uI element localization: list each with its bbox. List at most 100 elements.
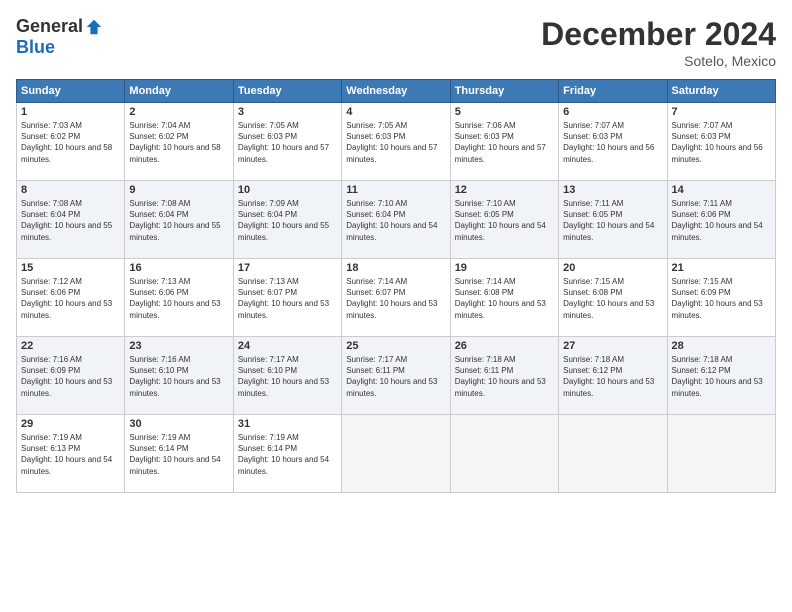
day-number: 12 (455, 184, 554, 196)
calendar-cell: 15 Sunrise: 7:12 AM Sunset: 6:06 PM Dayl… (17, 259, 125, 337)
sunset-label: Sunset: 6:10 PM (129, 366, 188, 375)
header-tuesday: Tuesday (233, 80, 341, 103)
sunset-label: Sunset: 6:05 PM (455, 210, 514, 219)
day-number: 29 (21, 418, 120, 430)
calendar-cell: 3 Sunrise: 7:05 AM Sunset: 6:03 PM Dayli… (233, 103, 341, 181)
sunset-label: Sunset: 6:06 PM (21, 288, 80, 297)
sunset-label: Sunset: 6:07 PM (238, 288, 297, 297)
day-info: Sunrise: 7:16 AM Sunset: 6:10 PM Dayligh… (129, 354, 228, 399)
daylight-label: Daylight: 10 hours and 53 minutes. (346, 299, 437, 319)
day-number: 9 (129, 184, 228, 196)
day-info: Sunrise: 7:19 AM Sunset: 6:14 PM Dayligh… (129, 432, 228, 477)
sunrise-label: Sunrise: 7:14 AM (346, 277, 407, 286)
calendar-cell: 14 Sunrise: 7:11 AM Sunset: 6:06 PM Dayl… (667, 181, 775, 259)
calendar-week-row: 15 Sunrise: 7:12 AM Sunset: 6:06 PM Dayl… (17, 259, 776, 337)
day-info: Sunrise: 7:13 AM Sunset: 6:07 PM Dayligh… (238, 276, 337, 321)
daylight-label: Daylight: 10 hours and 53 minutes. (238, 299, 329, 319)
day-number: 6 (563, 106, 662, 118)
calendar-cell (450, 415, 558, 493)
sunset-label: Sunset: 6:14 PM (238, 444, 297, 453)
calendar-cell: 24 Sunrise: 7:17 AM Sunset: 6:10 PM Dayl… (233, 337, 341, 415)
day-info: Sunrise: 7:07 AM Sunset: 6:03 PM Dayligh… (563, 120, 662, 165)
daylight-label: Daylight: 10 hours and 53 minutes. (21, 377, 112, 397)
day-number: 18 (346, 262, 445, 274)
daylight-label: Daylight: 10 hours and 54 minutes. (238, 455, 329, 475)
sunrise-label: Sunrise: 7:13 AM (129, 277, 190, 286)
day-number: 13 (563, 184, 662, 196)
day-info: Sunrise: 7:15 AM Sunset: 6:08 PM Dayligh… (563, 276, 662, 321)
calendar-cell: 17 Sunrise: 7:13 AM Sunset: 6:07 PM Dayl… (233, 259, 341, 337)
day-number: 10 (238, 184, 337, 196)
sunset-label: Sunset: 6:12 PM (563, 366, 622, 375)
logo-blue-text: Blue (16, 37, 55, 58)
daylight-label: Daylight: 10 hours and 55 minutes. (21, 221, 112, 241)
sunrise-label: Sunrise: 7:06 AM (455, 121, 516, 130)
day-number: 15 (21, 262, 120, 274)
calendar-cell (559, 415, 667, 493)
calendar-cell: 9 Sunrise: 7:08 AM Sunset: 6:04 PM Dayli… (125, 181, 233, 259)
calendar-cell: 27 Sunrise: 7:18 AM Sunset: 6:12 PM Dayl… (559, 337, 667, 415)
calendar-cell: 31 Sunrise: 7:19 AM Sunset: 6:14 PM Dayl… (233, 415, 341, 493)
day-info: Sunrise: 7:04 AM Sunset: 6:02 PM Dayligh… (129, 120, 228, 165)
day-info: Sunrise: 7:13 AM Sunset: 6:06 PM Dayligh… (129, 276, 228, 321)
daylight-label: Daylight: 10 hours and 54 minutes. (563, 221, 654, 241)
calendar-cell: 30 Sunrise: 7:19 AM Sunset: 6:14 PM Dayl… (125, 415, 233, 493)
calendar-cell: 26 Sunrise: 7:18 AM Sunset: 6:11 PM Dayl… (450, 337, 558, 415)
logo-icon (85, 18, 103, 36)
calendar-cell: 6 Sunrise: 7:07 AM Sunset: 6:03 PM Dayli… (559, 103, 667, 181)
calendar-header-row: Sunday Monday Tuesday Wednesday Thursday… (17, 80, 776, 103)
daylight-label: Daylight: 10 hours and 54 minutes. (21, 455, 112, 475)
daylight-label: Daylight: 10 hours and 53 minutes. (238, 377, 329, 397)
calendar-cell: 10 Sunrise: 7:09 AM Sunset: 6:04 PM Dayl… (233, 181, 341, 259)
daylight-label: Daylight: 10 hours and 56 minutes. (672, 143, 763, 163)
calendar-cell: 4 Sunrise: 7:05 AM Sunset: 6:03 PM Dayli… (342, 103, 450, 181)
calendar-cell: 19 Sunrise: 7:14 AM Sunset: 6:08 PM Dayl… (450, 259, 558, 337)
daylight-label: Daylight: 10 hours and 54 minutes. (346, 221, 437, 241)
calendar-week-row: 1 Sunrise: 7:03 AM Sunset: 6:02 PM Dayli… (17, 103, 776, 181)
day-info: Sunrise: 7:10 AM Sunset: 6:05 PM Dayligh… (455, 198, 554, 243)
sunrise-label: Sunrise: 7:11 AM (563, 199, 623, 208)
day-info: Sunrise: 7:16 AM Sunset: 6:09 PM Dayligh… (21, 354, 120, 399)
sunset-label: Sunset: 6:08 PM (455, 288, 514, 297)
day-info: Sunrise: 7:12 AM Sunset: 6:06 PM Dayligh… (21, 276, 120, 321)
calendar-cell: 25 Sunrise: 7:17 AM Sunset: 6:11 PM Dayl… (342, 337, 450, 415)
header: General Blue December 2024 Sotelo, Mexic… (16, 16, 776, 69)
day-number: 23 (129, 340, 228, 352)
day-info: Sunrise: 7:07 AM Sunset: 6:03 PM Dayligh… (672, 120, 771, 165)
sunrise-label: Sunrise: 7:07 AM (563, 121, 624, 130)
sunrise-label: Sunrise: 7:15 AM (563, 277, 624, 286)
sunrise-label: Sunrise: 7:17 AM (238, 355, 299, 364)
daylight-label: Daylight: 10 hours and 57 minutes. (238, 143, 329, 163)
sunrise-label: Sunrise: 7:13 AM (238, 277, 299, 286)
day-info: Sunrise: 7:14 AM Sunset: 6:08 PM Dayligh… (455, 276, 554, 321)
day-number: 30 (129, 418, 228, 430)
daylight-label: Daylight: 10 hours and 58 minutes. (129, 143, 220, 163)
sunrise-label: Sunrise: 7:15 AM (672, 277, 733, 286)
day-info: Sunrise: 7:17 AM Sunset: 6:10 PM Dayligh… (238, 354, 337, 399)
sunrise-label: Sunrise: 7:03 AM (21, 121, 82, 130)
day-number: 3 (238, 106, 337, 118)
calendar-cell: 23 Sunrise: 7:16 AM Sunset: 6:10 PM Dayl… (125, 337, 233, 415)
daylight-label: Daylight: 10 hours and 53 minutes. (455, 299, 546, 319)
calendar-cell (667, 415, 775, 493)
sunset-label: Sunset: 6:04 PM (129, 210, 188, 219)
sunrise-label: Sunrise: 7:16 AM (129, 355, 190, 364)
sunset-label: Sunset: 6:02 PM (21, 132, 80, 141)
header-saturday: Saturday (667, 80, 775, 103)
day-number: 5 (455, 106, 554, 118)
day-number: 25 (346, 340, 445, 352)
sunrise-label: Sunrise: 7:07 AM (672, 121, 733, 130)
sunset-label: Sunset: 6:03 PM (455, 132, 514, 141)
calendar-cell: 1 Sunrise: 7:03 AM Sunset: 6:02 PM Dayli… (17, 103, 125, 181)
daylight-label: Daylight: 10 hours and 53 minutes. (672, 377, 763, 397)
sunrise-label: Sunrise: 7:10 AM (455, 199, 516, 208)
day-info: Sunrise: 7:05 AM Sunset: 6:03 PM Dayligh… (238, 120, 337, 165)
daylight-label: Daylight: 10 hours and 53 minutes. (346, 377, 437, 397)
day-number: 8 (21, 184, 120, 196)
calendar-cell: 5 Sunrise: 7:06 AM Sunset: 6:03 PM Dayli… (450, 103, 558, 181)
sunrise-label: Sunrise: 7:17 AM (346, 355, 407, 364)
calendar-cell (342, 415, 450, 493)
sunset-label: Sunset: 6:12 PM (672, 366, 731, 375)
title-section: December 2024 Sotelo, Mexico (541, 16, 776, 69)
header-monday: Monday (125, 80, 233, 103)
